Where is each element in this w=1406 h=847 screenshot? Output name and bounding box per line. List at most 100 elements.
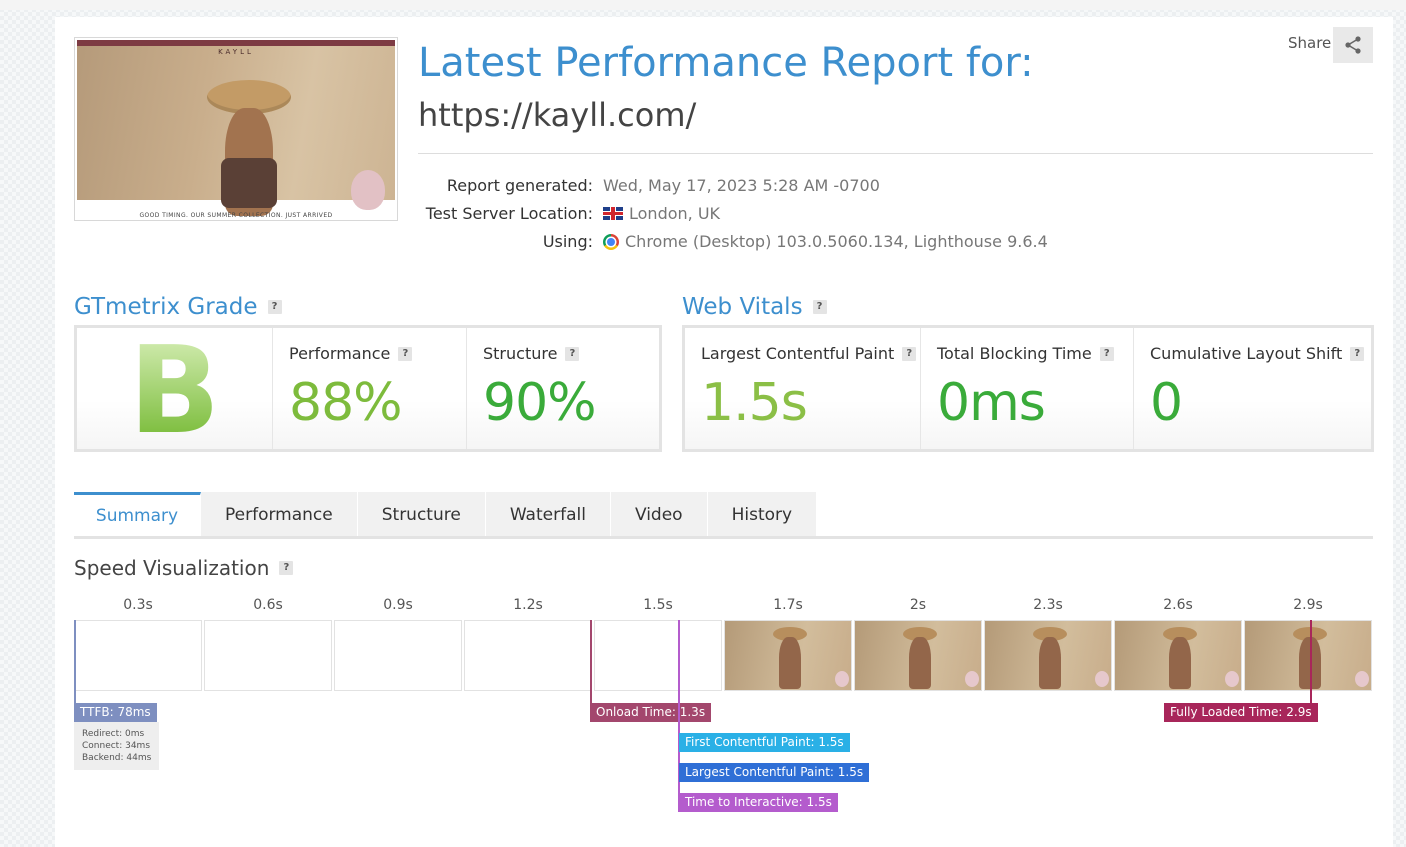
chrome-icon [603,233,619,250]
backend-time: Backend: 44ms [82,753,152,763]
grade-letter: B [77,332,272,452]
server-location-text: London, UK [629,204,721,223]
speed-visualization-heading: Speed Visualization ? [74,556,294,580]
server-location-value: London, UK [603,204,720,223]
filmstrip-frame[interactable] [1114,620,1242,691]
tab-waterfall[interactable]: Waterfall [485,492,611,537]
lcp-marker[interactable]: Largest Contentful Paint: 1.5s [679,763,870,782]
fcp-lcp-tti-marker-line [678,620,680,812]
performance-value: 88% [289,373,403,433]
thumbnail-topbar [77,40,395,46]
filmstrip-frame[interactable] [1244,620,1372,691]
thumbnail-brand: KAYLL [218,48,254,56]
report-url: https://kayll.com/ [418,96,697,134]
cls-label: Cumulative Layout Shift [1150,344,1343,363]
tti-marker[interactable]: Time to Interactive: 1.5s [679,793,838,812]
gtmetrix-grade-title: GTmetrix Grade [74,294,258,320]
help-icon[interactable]: ? [279,561,294,575]
cls-value: 0 [1150,373,1183,433]
thumbnail-flower [351,170,385,210]
thumbnail-dress [221,158,277,208]
share-button[interactable] [1333,27,1373,63]
using-text: Chrome (Desktop) 103.0.5060.134, Lightho… [625,232,1048,251]
report-generated-text: Wed, May 17, 2023 5:28 AM -0700 [603,176,880,195]
using-value: Chrome (Desktop) 103.0.5060.134, Lightho… [603,232,1048,251]
lcp-label-row: Largest Contentful Paint? [701,344,920,363]
share-icon [1345,36,1361,54]
structure-cell: Structure? 90% [466,328,659,449]
share-label: Share [1288,34,1332,52]
filmstrip-frame[interactable] [984,620,1112,691]
help-icon[interactable]: ? [267,300,282,314]
lcp-label: Largest Contentful Paint [701,344,895,363]
performance-cell: Performance? 88% [272,328,466,449]
timeline-time-label: 2s [909,597,927,613]
tab-performance[interactable]: Performance [201,492,358,537]
report-generated-value: Wed, May 17, 2023 5:28 AM -0700 [603,176,880,195]
help-icon[interactable]: ? [565,346,580,361]
header-divider [418,153,1373,154]
structure-value: 90% [483,373,597,433]
grade-panel: B Performance? 88% Structure? 90% [74,325,662,452]
fcp-marker[interactable]: First Contentful Paint: 1.5s [679,733,850,752]
filmstrip-frame[interactable] [594,620,722,691]
tab-structure[interactable]: Structure [357,492,486,537]
help-icon[interactable]: ? [812,300,827,314]
timeline-time-label: 2.3s [1033,597,1063,613]
fully-loaded-marker-line [1310,620,1312,703]
site-screenshot-thumbnail[interactable]: KAYLL GOOD TIMING. OUR SUMMER COLLECTION… [74,37,398,221]
connect-time: Connect: 34ms [82,741,151,751]
tbt-label: Total Blocking Time [937,344,1092,363]
filmstrip-frame[interactable] [204,620,332,691]
grade-cell: B [77,328,272,452]
tab-history[interactable]: History [707,492,818,537]
help-icon[interactable]: ? [902,346,917,361]
report-generated-label: Report generated: [446,176,593,195]
web-vitals-panel: Largest Contentful Paint? 1.5s Total Blo… [682,325,1374,452]
web-vitals-title: Web Vitals [682,294,803,320]
timeline-time-label: 2.6s [1163,597,1193,613]
performance-label: Performance [289,344,391,363]
help-icon[interactable]: ? [1350,346,1365,361]
timeline-time-label: 1.5s [643,597,673,613]
ttfb-marker-line [74,620,76,703]
onload-marker-line [590,620,592,703]
help-icon[interactable]: ? [1099,346,1114,361]
ttfb-breakdown: Redirect: 0ms Connect: 34ms Backend: 44m… [74,722,159,770]
tab-summary[interactable]: Summary [74,492,201,537]
filmstrip-frame[interactable] [724,620,852,691]
timeline-time-label: 2.9s [1293,597,1323,613]
gtmetrix-grade-heading: GTmetrix Grade ? [74,294,282,320]
timeline-time-label: 0.9s [383,597,413,613]
tab-video[interactable]: Video [610,492,708,537]
ttfb-marker[interactable]: TTFB: 78ms [74,703,157,722]
report-tabs: Summary Performance Structure Waterfall … [74,492,818,537]
filmstrip-frame[interactable] [334,620,462,691]
performance-label-row: Performance? [289,344,466,363]
onload-marker[interactable]: Onload Time: 1.3s [590,703,712,722]
fully-loaded-marker[interactable]: Fully Loaded Time: 2.9s [1164,703,1318,722]
server-location-label: Test Server Location: [425,204,593,223]
thumbnail-caption: GOOD TIMING. OUR SUMMER COLLECTION. JUST… [139,212,333,219]
cls-cell: Cumulative Layout Shift? 0 [1133,328,1371,449]
help-icon[interactable]: ? [398,346,413,361]
tbt-value: 0ms [937,373,1046,433]
filmstrip-frame[interactable] [74,620,202,691]
top-bar [0,0,1406,10]
structure-label-row: Structure? [483,344,659,363]
cls-label-row: Cumulative Layout Shift? [1150,344,1371,363]
lcp-value: 1.5s [701,373,808,433]
timeline-time-label: 0.3s [123,597,153,613]
structure-label: Structure [483,344,558,363]
tbt-cell: Total Blocking Time? 0ms [920,328,1133,449]
report-title: Latest Performance Report for: [418,40,1034,86]
tbt-label-row: Total Blocking Time? [937,344,1133,363]
timeline-time-label: 1.2s [513,597,543,613]
tab-underline [74,536,1373,539]
uk-flag-icon [603,207,623,220]
lcp-cell: Largest Contentful Paint? 1.5s [685,328,920,449]
using-label: Using: [542,232,593,251]
redirect-time: Redirect: 0ms [82,729,145,739]
filmstrip-frame[interactable] [854,620,982,691]
filmstrip-frame[interactable] [464,620,592,691]
